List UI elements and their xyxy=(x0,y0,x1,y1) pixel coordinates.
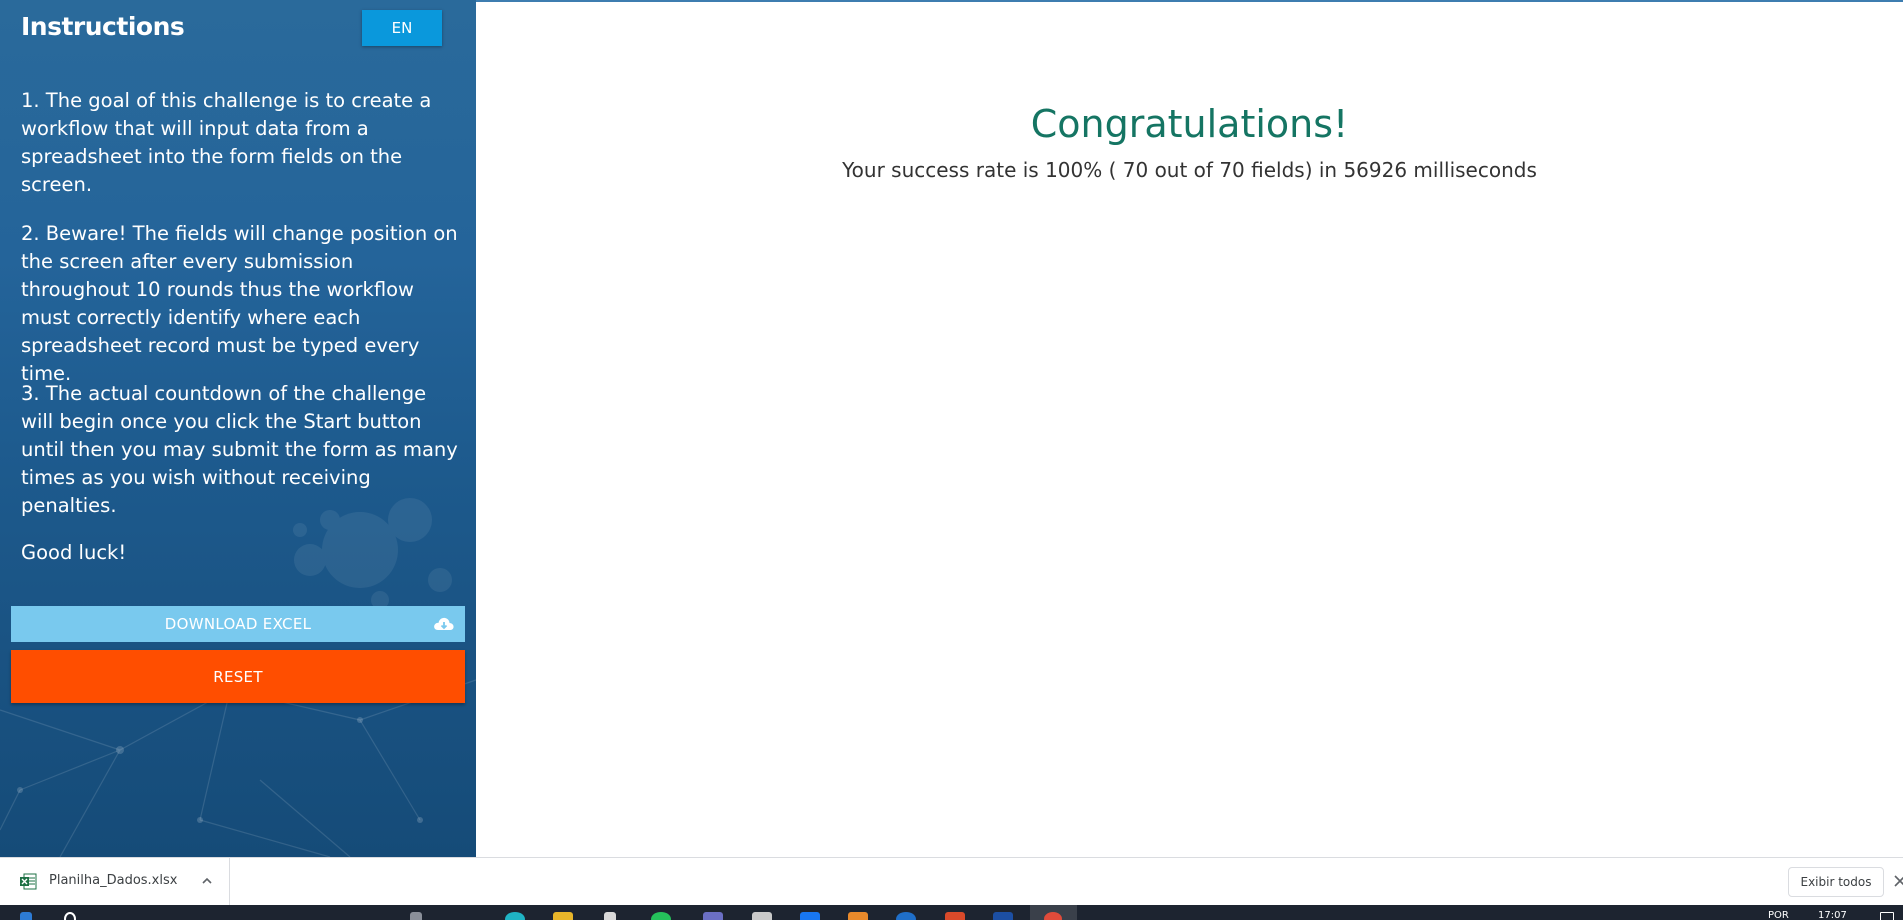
app-white-icon[interactable] xyxy=(604,912,616,920)
taskbar-language[interactable]: POR xyxy=(1768,910,1789,920)
instruction-paragraph-3: 3. The actual countdown of the challenge… xyxy=(21,382,458,517)
notepad-icon[interactable] xyxy=(752,912,772,920)
chrome-logo-icon xyxy=(1044,912,1062,920)
file-explorer-icon[interactable] xyxy=(553,912,573,920)
cortana-icon[interactable] xyxy=(410,912,422,920)
result-panel: Congratulations! Your success rate is 10… xyxy=(476,2,1903,857)
close-icon[interactable] xyxy=(1893,874,1903,888)
success-rate-text: Your success rate is 100% ( 70 out of 70… xyxy=(842,158,1537,182)
congratulations-heading: Congratulations! xyxy=(1030,102,1349,146)
search-icon[interactable] xyxy=(64,912,76,920)
shield-icon[interactable] xyxy=(896,912,916,920)
facebook-icon[interactable] xyxy=(800,912,820,920)
chevron-up-icon[interactable] xyxy=(199,873,215,889)
downloads-bar: Planilha_Dados.xlsx Exibir todos xyxy=(0,857,1903,906)
cloud-download-icon xyxy=(434,617,454,630)
instructions-sidebar: Instructions EN 1. The goal of this chal… xyxy=(0,0,476,857)
reset-button[interactable]: RESET xyxy=(11,650,465,703)
app-teal-icon[interactable] xyxy=(505,912,525,920)
whatsapp-icon[interactable] xyxy=(651,912,671,920)
instructions-title: Instructions xyxy=(21,12,185,41)
teams-icon[interactable] xyxy=(703,912,723,920)
taskbar-clock[interactable]: 17:07 xyxy=(1818,910,1847,920)
download-excel-label: DOWNLOAD EXCEL xyxy=(164,615,312,633)
notifications-icon[interactable] xyxy=(1880,912,1894,920)
app-orange-icon[interactable] xyxy=(848,912,868,920)
instruction-paragraph-1: 1. The goal of this challenge is to crea… xyxy=(21,89,432,196)
download-item[interactable]: Planilha_Dados.xlsx xyxy=(0,858,230,906)
show-all-downloads-button[interactable]: Exibir todos xyxy=(1788,867,1884,897)
download-file-name: Planilha_Dados.xlsx xyxy=(49,873,178,888)
instruction-paragraph-2: 2. Beware! The fields will change positi… xyxy=(21,222,458,385)
language-button[interactable]: EN xyxy=(362,10,442,46)
download-excel-button[interactable]: DOWNLOAD EXCEL xyxy=(11,606,465,642)
windows-taskbar: POR 17:07 xyxy=(0,905,1903,920)
app-blue-icon[interactable] xyxy=(993,912,1013,920)
good-luck-text: Good luck! xyxy=(21,541,127,564)
excel-file-icon xyxy=(20,873,37,890)
windows-start-icon[interactable] xyxy=(20,912,32,920)
app-red-icon[interactable] xyxy=(945,912,965,920)
